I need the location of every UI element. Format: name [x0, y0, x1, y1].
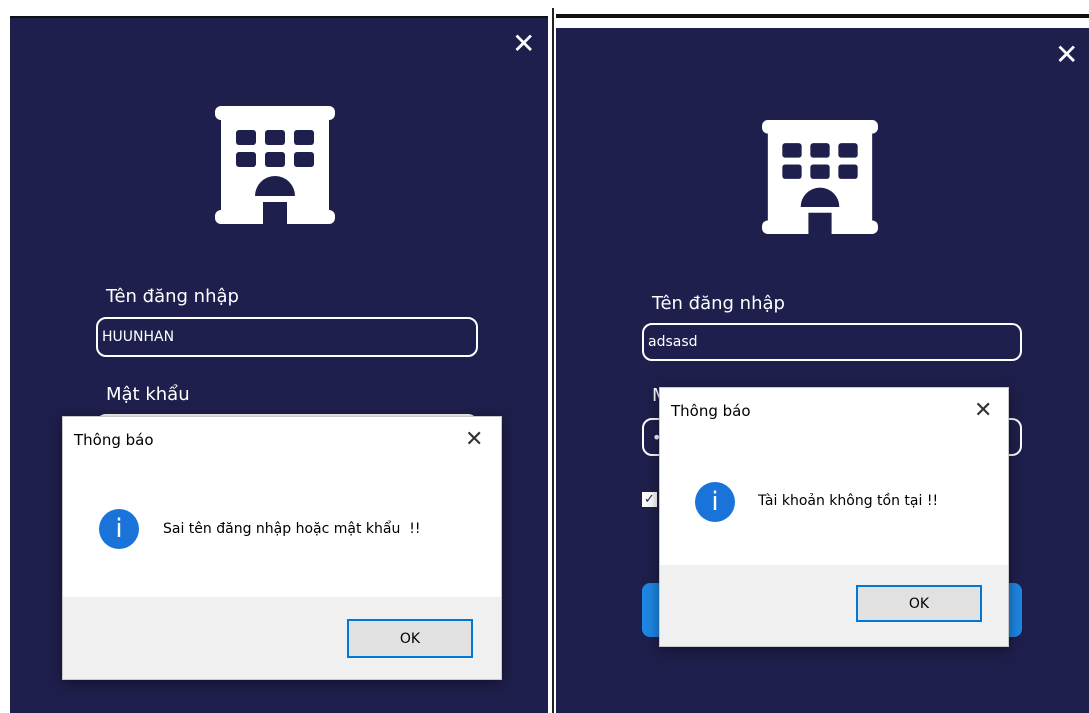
dialog-title: Thông báo [74, 431, 154, 449]
username-label: Tên đăng nhập [652, 293, 785, 314]
info-icon: i [695, 482, 735, 522]
dialog-message: Sai tên đăng nhập hoặc mật khẩu !! [163, 521, 421, 537]
info-icon: i [99, 509, 139, 549]
username-input[interactable] [96, 317, 478, 357]
close-icon[interactable]: ✕ [512, 30, 535, 58]
window-separator [552, 8, 554, 713]
username-label: Tên đăng nhập [106, 286, 239, 307]
building-icon [215, 106, 335, 224]
building-icon [762, 120, 878, 234]
dialog-title: Thông báo [671, 402, 751, 420]
top-divider-right [556, 14, 1089, 18]
ok-button[interactable]: OK [347, 619, 473, 658]
close-icon[interactable]: ✕ [1055, 41, 1078, 69]
close-icon[interactable]: ✕ [974, 400, 992, 422]
password-label: Mật khẩu [106, 384, 190, 405]
dialog-message: Tài khoản không tồn tại !! [758, 493, 939, 509]
message-dialog-left: Thông báo ✕ i Sai tên đăng nhập hoặc mật… [62, 416, 502, 680]
ok-button[interactable]: OK [856, 585, 982, 622]
remember-checkbox[interactable]: ✓ [642, 492, 657, 507]
dialog-footer: OK [660, 565, 1008, 646]
username-input[interactable] [642, 323, 1022, 361]
dialog-footer: OK [63, 597, 501, 679]
message-dialog-right: Thông báo ✕ i Tài khoản không tồn tại !!… [659, 387, 1009, 647]
close-icon[interactable]: ✕ [465, 429, 483, 451]
